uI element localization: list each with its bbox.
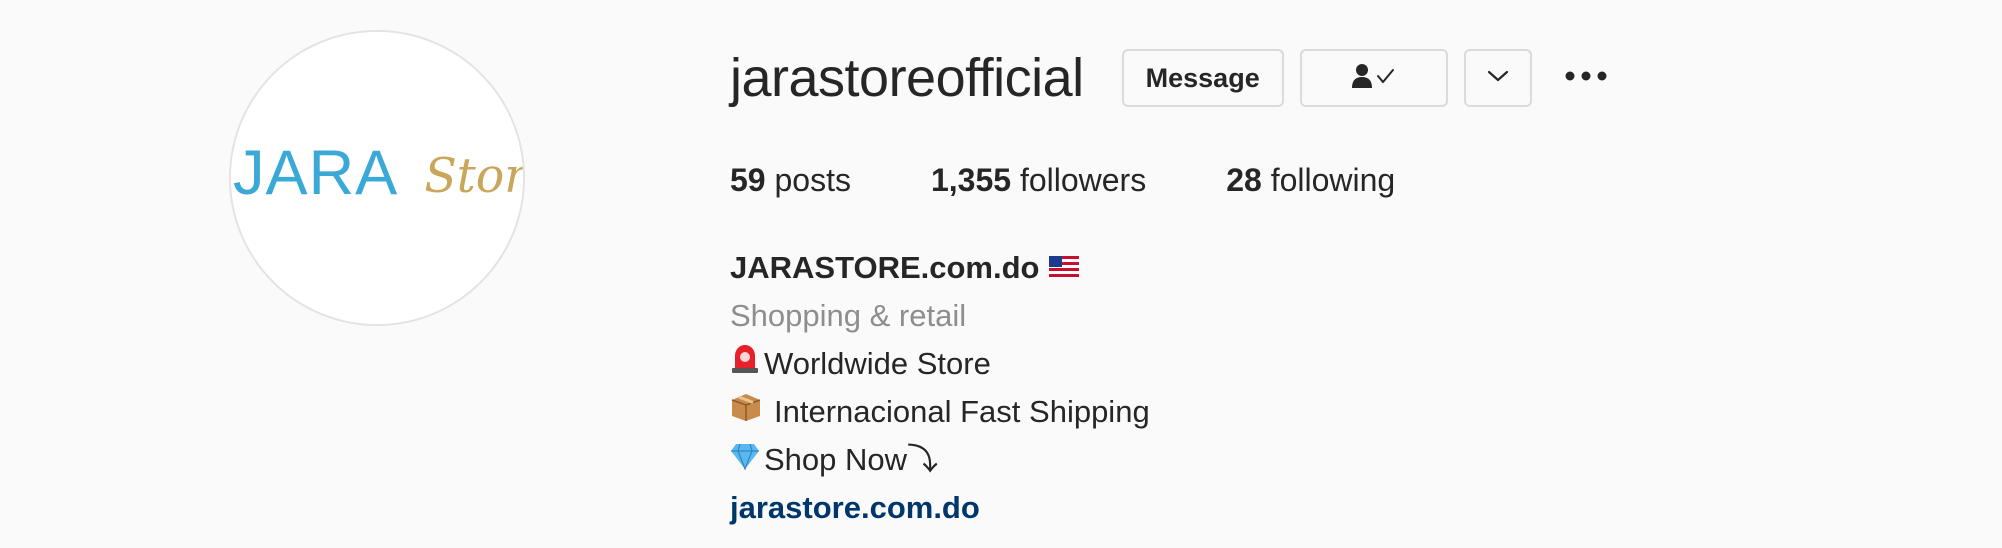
package-icon: [730, 388, 762, 436]
gem-icon: [730, 436, 760, 484]
bio-name-row: JARASTORE.com.do: [730, 244, 1150, 292]
profile-username: jarastoreofficial: [730, 48, 1084, 108]
profile-header: JARA Store jarastoreofficial Message: [0, 0, 2002, 548]
followers-count: 1,355: [930, 162, 1012, 198]
posts-count: 59: [730, 162, 766, 198]
following-button[interactable]: [1299, 49, 1448, 107]
followers-stat[interactable]: 1,355 followers: [931, 162, 1146, 199]
us-flag-icon: [1049, 244, 1080, 292]
bio-line-text: Worldwide Store: [764, 346, 991, 381]
profile-bio: JARASTORE.com.do Shopping & retail World…: [730, 244, 1150, 532]
message-button[interactable]: Message: [1121, 49, 1284, 107]
logo-secondary-text: Store: [424, 149, 523, 204]
bio-name: JARASTORE.com.do: [730, 250, 1040, 285]
bio-line: Internacional Fast Shipping: [730, 388, 1150, 436]
profile-avatar[interactable]: JARA Store: [229, 30, 525, 326]
suggested-accounts-button[interactable]: [1463, 49, 1532, 107]
bio-line-text: Shop Now⤵: [764, 442, 939, 477]
bio-website-link[interactable]: jarastore.com.do: [730, 484, 1150, 532]
following-stat[interactable]: 28 following: [1226, 162, 1395, 199]
more-horizontal-icon: [1564, 69, 1608, 87]
bio-line-text: Internacional Fast Shipping: [774, 394, 1150, 429]
jara-store-logo: JARA Store: [231, 32, 523, 324]
bio-line: Worldwide Store: [730, 340, 1150, 388]
bio-category: Shopping & retail: [730, 298, 967, 333]
more-options-button[interactable]: [1562, 49, 1610, 107]
following-label: following: [1270, 162, 1396, 198]
profile-actions-row: jarastoreofficial Message: [730, 44, 1610, 112]
followers-label: followers: [1019, 162, 1147, 198]
logo-primary-text: JARA: [233, 138, 398, 208]
siren-icon: [730, 340, 760, 388]
person-check-icon: [1351, 62, 1397, 95]
posts-stat[interactable]: 59 posts: [730, 162, 851, 199]
following-count: 28: [1226, 162, 1262, 198]
chevron-down-icon: [1486, 68, 1510, 89]
posts-label: posts: [774, 162, 851, 198]
bio-line: Shop Now⤵: [730, 436, 1150, 484]
profile-stats: 59 posts 1,355 followers 28 following: [730, 162, 1475, 199]
